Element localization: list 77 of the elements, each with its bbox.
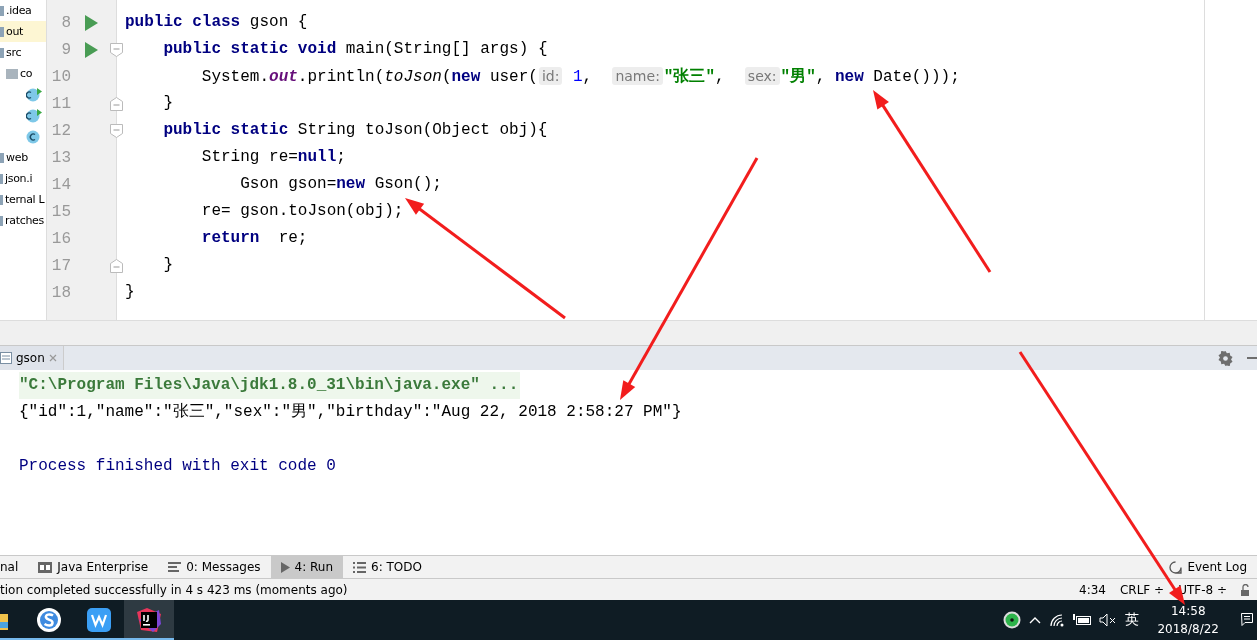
line-number: 18 [50, 283, 71, 302]
run-icon[interactable] [85, 14, 98, 31]
run-icon[interactable] [85, 41, 98, 58]
notification-icon[interactable] [1241, 613, 1253, 627]
status-message: tion completed successfully in 4 s 423 ms (moments ago) [0, 582, 349, 597]
line-separator[interactable]: CRLF ÷ [1119, 582, 1165, 597]
tool-window-tab[interactable]: 4: Run [270, 556, 344, 578]
line-number: 9 [60, 40, 71, 59]
grid-icon [38, 561, 53, 573]
fold-marker-icon[interactable] [110, 97, 123, 111]
lines-icon [168, 562, 182, 572]
code-line: public class gson { [125, 12, 309, 33]
tree-item[interactable]: json.i [0, 168, 46, 189]
folder-icon [0, 26, 4, 37]
battery-icon[interactable] [1073, 614, 1092, 626]
tool-window-tab[interactable]: 0: Messages [158, 556, 271, 578]
play-icon [280, 561, 290, 573]
input-method[interactable]: 英 [1125, 611, 1140, 629]
line-number: 14 [50, 175, 71, 194]
line-number: 16 [50, 229, 71, 248]
taskbar-app[interactable] [124, 600, 174, 640]
file-icon [0, 215, 3, 226]
chevron-up-icon[interactable] [1029, 616, 1042, 624]
code-line: } [162, 255, 174, 276]
line-number: 10 [50, 67, 71, 86]
tree-item[interactable]: web [0, 147, 46, 168]
code-line: return re; [200, 228, 309, 249]
code-line: Gson gson=new Gson(); [239, 174, 443, 195]
w-logo-icon [87, 608, 111, 632]
file-icon [0, 173, 3, 184]
code-line: String re=null; [200, 147, 347, 168]
line-number: 8 [60, 13, 71, 32]
class-icon [26, 129, 40, 144]
line-number: 17 [50, 256, 71, 275]
console-line: Process finished with exit code 0 [19, 456, 336, 477]
folder-icon [0, 47, 4, 58]
folder-icon [0, 152, 4, 163]
tree-item[interactable]: co [0, 63, 46, 84]
code-line: public static String toJson(Object obj){ [162, 120, 549, 141]
ij-logo-icon [137, 608, 161, 632]
tree-item[interactable]: ternal L [0, 189, 46, 210]
file-icon [0, 194, 3, 205]
event-log-button[interactable]: Event Log [1159, 556, 1257, 578]
tree-item[interactable]: out [0, 21, 46, 42]
console-icon [0, 352, 12, 364]
line-number: 13 [50, 148, 71, 167]
fold-marker-icon[interactable] [110, 259, 123, 273]
class-run-icon [26, 87, 42, 102]
tree-item[interactable]: .idea [0, 0, 46, 21]
fold-marker-icon[interactable] [110, 43, 123, 57]
console-line: {"id":1,"name":"张三","sex":"男","birthday":"Aug 22, 2018 2:58:27 PM"} [19, 402, 682, 423]
code-line: System.out.println(toJson(new user( id: 1, name: "张三", sex: "男", new Date())); [200, 66, 961, 88]
code-line: public static void main(String[] args) { [162, 39, 549, 60]
fold-marker-icon[interactable] [110, 124, 123, 138]
code-line: } [125, 282, 136, 303]
run-tab[interactable]: gson [0, 346, 64, 370]
code-line: re= gson.toJson(obj); [200, 201, 405, 222]
cursor-position[interactable]: 4:34 [1079, 582, 1106, 597]
muted-speaker-icon[interactable] [1099, 613, 1118, 627]
line-number: 11 [50, 94, 71, 113]
tool-window-tab[interactable]: Java Enterprise [28, 556, 159, 578]
package-icon [6, 68, 18, 79]
s-logo-icon [36, 607, 62, 633]
line-number: 15 [50, 202, 71, 221]
line-number: 12 [50, 121, 71, 140]
tree-item[interactable]: ratches [0, 210, 46, 231]
tree-item[interactable]: src [0, 42, 46, 63]
class-run-icon [26, 108, 42, 123]
code-line: } [162, 93, 174, 114]
list-icon [353, 561, 367, 573]
clock[interactable]: 14:58 2018/8/22 [1157, 602, 1219, 638]
close-icon[interactable] [48, 354, 57, 362]
settings-icon[interactable] [1218, 350, 1233, 366]
tool-window-tab[interactable]: 6: TODO [343, 556, 432, 578]
wifi-icon[interactable] [1049, 613, 1066, 627]
tool-window-tab[interactable]: nal [0, 556, 29, 578]
folder-icon [0, 5, 4, 16]
